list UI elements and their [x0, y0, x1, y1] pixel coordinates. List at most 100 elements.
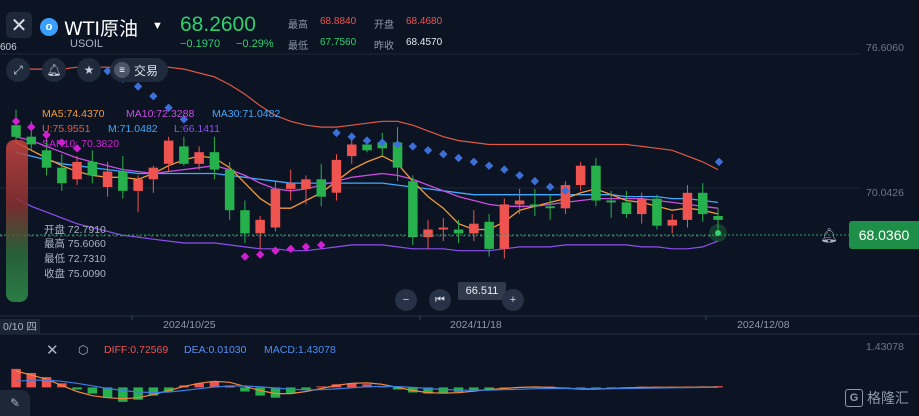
macd-dea-line: [15, 379, 718, 394]
macd-bar: [87, 387, 98, 394]
sar-point: [133, 82, 143, 91]
brand-name: 格隆汇: [867, 390, 909, 406]
macd-bar: [240, 387, 250, 392]
left-partial-number: 606: [0, 42, 17, 53]
candle-body: [682, 192, 693, 220]
candle-body: [713, 216, 723, 220]
candle-body: [194, 152, 204, 164]
ohlc-high: 最高 75.6060: [44, 238, 106, 250]
expand-button[interactable]: ⤢: [6, 58, 30, 82]
sar-point: [332, 128, 341, 138]
boll-upper-line: [15, 66, 719, 171]
macd-bar: [438, 387, 449, 394]
last-price: 68.2600: [180, 13, 256, 36]
candle-body: [118, 171, 128, 191]
sar-point: [408, 142, 417, 151]
candle-body: [72, 161, 82, 180]
instrument-logo-icon: o: [40, 18, 58, 36]
zoom-out-button[interactable]: −: [395, 289, 417, 311]
candle-body: [301, 179, 311, 189]
macd-diff-label: DIFF:0.72569: [104, 344, 169, 356]
brand-icon: G: [845, 389, 863, 407]
low-value: 67.7560: [320, 37, 357, 48]
sar-point: [362, 136, 372, 145]
settings-icon[interactable]: ⬡: [78, 343, 88, 357]
candle-body: [530, 204, 540, 207]
candle-body: [270, 188, 281, 228]
candle-body: [255, 219, 265, 234]
candle-body: [698, 192, 708, 215]
ohlc-low: 最低 72.7310: [44, 253, 106, 265]
price-change: −0.1970: [180, 38, 221, 50]
menu-icon: ≡: [114, 62, 130, 78]
candle-body: [438, 227, 449, 230]
macd-axis-top: 1.43078: [866, 341, 904, 353]
price-axis-mid: 70.0426: [866, 187, 904, 199]
candle-body: [469, 223, 479, 234]
candle-body: [179, 146, 189, 164]
trade-label: 交易: [134, 63, 159, 78]
candle-body: [11, 125, 21, 137]
date-label-1: 2024/10/25: [163, 319, 216, 331]
zoom-in-button[interactable]: +: [502, 289, 524, 311]
date-label-3: 2024/12/08: [737, 319, 790, 331]
ma10-label: MA10:72.3288: [126, 108, 195, 120]
favorite-button[interactable]: ★: [77, 58, 101, 82]
candle-body: [163, 140, 174, 164]
scroll-start-button[interactable]: ⏮︎: [429, 289, 451, 311]
ma30-label: MA30:71.0482: [212, 108, 281, 120]
sar-point: [149, 91, 158, 101]
ohlc-open: 开盘 72.7910: [44, 224, 106, 236]
candle-body: [362, 144, 372, 151]
candle-body: [224, 169, 235, 211]
candle-body: [499, 204, 510, 249]
ohlc-close: 收盘 75.0090: [44, 268, 106, 280]
close-indicator-icon[interactable]: ✕: [46, 341, 59, 359]
candle-body: [26, 136, 36, 145]
boll-lower-line: [15, 198, 719, 252]
candle-body: [347, 144, 357, 157]
candle-body: [453, 229, 464, 234]
close-button[interactable]: ✕: [6, 12, 32, 38]
macd-bar: [72, 387, 82, 390]
pencil-icon: ✎: [9, 396, 21, 410]
sar-point: [11, 117, 21, 126]
prev-close-value: 68.4570: [406, 37, 443, 48]
bell-icon: 🔔︎: [46, 63, 62, 77]
sar-point: [515, 171, 524, 180]
prev-close-label: 昨收: [374, 41, 394, 52]
sar-point: [27, 122, 36, 132]
draw-tool-button[interactable]: ✎: [0, 390, 30, 416]
low-label: 最低: [288, 41, 308, 52]
candle-body: [408, 181, 418, 238]
candle-body: [57, 167, 67, 184]
expand-icon: ⤢: [13, 62, 23, 77]
open-value: 68.4680: [406, 16, 443, 27]
crosshair-price-label: 66.511: [458, 282, 506, 300]
boll-lower-label: L:66.1411: [174, 123, 220, 135]
candle-body: [545, 206, 555, 209]
candle-body: [209, 152, 220, 170]
alert-button[interactable]: 🔔︎: [42, 58, 66, 82]
candle-body: [148, 167, 159, 180]
candle-body: [102, 171, 113, 187]
price-alert-bell-icon[interactable]: 🔔︎: [818, 224, 840, 246]
high-label: 最高: [288, 20, 308, 31]
sar-point: [714, 157, 724, 167]
sar-point: [439, 149, 448, 159]
sar-point: [530, 176, 540, 186]
chevron-down-icon[interactable]: ▼: [152, 20, 163, 32]
last-price-dot: [715, 230, 721, 236]
candle-body: [606, 200, 616, 203]
candle-body: [637, 198, 647, 215]
sar-point: [271, 246, 280, 255]
instrument-name[interactable]: WTI原油: [64, 14, 138, 41]
chart-stage: ✕ 606 o WTI原油 ▼ USOIL 68.2600 −0.1970 −0…: [0, 0, 919, 416]
skip-back-icon: ⏮︎: [435, 293, 445, 306]
candle-body: [667, 219, 677, 226]
trade-button[interactable]: ≡ 交易: [110, 58, 169, 82]
candle-body: [240, 210, 250, 234]
candle-body: [286, 183, 296, 189]
current-price-tag: 68.0360: [849, 221, 919, 249]
candle-body: [514, 200, 525, 205]
